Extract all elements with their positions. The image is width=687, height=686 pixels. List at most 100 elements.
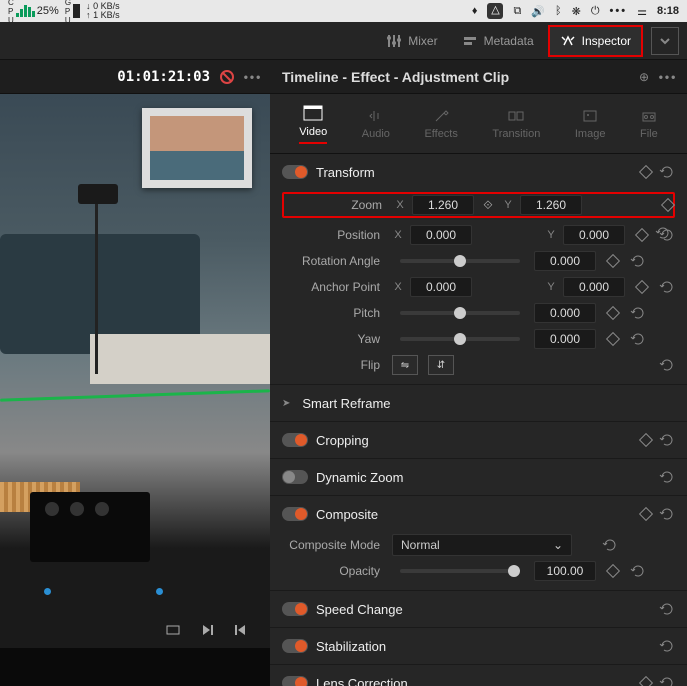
rot-keyframe[interactable] (606, 254, 620, 268)
tab-effects[interactable]: Effects (424, 108, 457, 140)
flip-reset[interactable] (659, 357, 675, 373)
tab-transition[interactable]: Transition (492, 108, 540, 140)
yaw-reset[interactable] (630, 331, 646, 347)
rot-reset[interactable] (630, 253, 646, 269)
pos-y-input[interactable] (563, 225, 625, 245)
transform-toggle[interactable] (282, 165, 308, 179)
transport-controls (0, 612, 270, 648)
fan-icon[interactable]: ❋ (572, 5, 581, 18)
next-frame-icon[interactable] (198, 621, 216, 639)
opacity-input[interactable] (534, 561, 596, 581)
zoom-label: Zoom (284, 198, 388, 212)
section-lens-correction[interactable]: Lens Correction (270, 665, 687, 686)
pos-keyframe[interactable] (635, 228, 649, 242)
inspector-tabs: Video Audio Effects Transition Image Fil… (270, 94, 687, 154)
pitch-keyframe[interactable] (606, 306, 620, 320)
speed-reset[interactable] (659, 601, 675, 617)
stab-toggle[interactable] (282, 639, 308, 653)
opacity-slider[interactable] (400, 569, 520, 573)
section-stabilization[interactable]: Stabilization (270, 628, 687, 665)
link-icon[interactable]: ⟐ (480, 198, 496, 213)
composite-keyframe[interactable] (639, 507, 653, 521)
bypass-icon[interactable] (218, 68, 236, 86)
section-cropping[interactable]: Cropping (270, 422, 687, 459)
chevron-down-icon (657, 33, 673, 49)
header-row: 01:01:21:03 ••• Timeline - Effect - Adju… (0, 60, 687, 94)
flip-v-button[interactable]: ⇵ (428, 355, 454, 375)
pin-icon[interactable]: ⊕ (635, 68, 653, 86)
section-dynamic-zoom[interactable]: Dynamic Zoom (270, 459, 687, 496)
composite-mode-row: Composite Mode Normal ⌄ (270, 532, 687, 558)
zoom-row: Zoom X ⟐ Y (282, 192, 675, 218)
panel-dropdown[interactable] (651, 27, 679, 55)
opacity-reset[interactable] (630, 563, 646, 579)
mixer-tab[interactable]: Mixer (376, 27, 447, 55)
pitch-reset[interactable] (630, 305, 646, 321)
video-preview[interactable] (0, 94, 270, 572)
section-smart-reframe[interactable]: ➤ Smart Reframe (270, 385, 687, 422)
mini-timeline[interactable] (0, 572, 270, 612)
lens-keyframe[interactable] (639, 676, 653, 686)
power-icon[interactable]: ⏻ (591, 5, 600, 18)
pos-x-input[interactable] (410, 225, 472, 245)
transform-reset[interactable] (659, 164, 675, 180)
rotation-slider[interactable] (400, 259, 520, 263)
yaw-keyframe[interactable] (606, 332, 620, 346)
cpu-gauge: CPU 25% (8, 0, 59, 25)
cropping-toggle[interactable] (282, 433, 308, 447)
opacity-keyframe[interactable] (606, 564, 620, 578)
anchor-reset[interactable] (659, 279, 675, 295)
yaw-input[interactable] (534, 329, 596, 349)
timecode[interactable]: 01:01:21:03 (117, 69, 210, 85)
rotation-input[interactable] (534, 251, 596, 271)
loop-icon[interactable] (164, 621, 182, 639)
anchor-y-input[interactable] (563, 277, 625, 297)
position-row: Position X Y (270, 222, 687, 248)
dynamic-zoom-toggle[interactable] (282, 470, 308, 484)
zoom-y-input[interactable] (520, 195, 582, 215)
bluetooth-icon[interactable]: ᛒ (555, 5, 562, 17)
section-speed-change[interactable]: Speed Change (270, 591, 687, 628)
pitch-slider[interactable] (400, 311, 520, 315)
volume-icon[interactable]: 🔊 (531, 5, 545, 18)
tab-image[interactable]: Image (575, 108, 606, 140)
inspector-panel: Video Audio Effects Transition Image Fil… (270, 94, 687, 686)
tab-video[interactable]: Video (299, 104, 327, 144)
anchor-x-input[interactable] (410, 277, 472, 297)
triangle-icon[interactable]: △ (487, 3, 503, 19)
viewer-options[interactable]: ••• (244, 68, 262, 86)
flame-icon[interactable]: ♦ (472, 5, 478, 17)
stab-reset[interactable] (659, 638, 675, 654)
effects-icon (433, 108, 449, 124)
mode-reset[interactable] (602, 537, 618, 553)
more-icon[interactable]: ••• (610, 5, 628, 17)
cropping-reset[interactable] (659, 432, 675, 448)
zoom-reset[interactable] (655, 225, 671, 241)
clock[interactable]: 8:18 (657, 5, 679, 17)
composite-mode-dropdown[interactable]: Normal ⌄ (392, 534, 572, 556)
control-center-icon[interactable]: ⚌ (637, 5, 647, 18)
anchor-row: Anchor Point X Y (270, 274, 687, 300)
composite-toggle[interactable] (282, 507, 308, 521)
lens-reset[interactable] (659, 675, 675, 686)
lens-toggle[interactable] (282, 676, 308, 686)
dz-reset[interactable] (659, 469, 675, 485)
flip-h-button[interactable]: ⇋ (392, 355, 418, 375)
inspector-tab[interactable]: Inspector (548, 25, 643, 57)
yaw-slider[interactable] (400, 337, 520, 341)
prev-frame-icon[interactable] (232, 621, 250, 639)
tab-file[interactable]: File (640, 108, 658, 140)
inspector-options[interactable]: ••• (659, 68, 677, 86)
metadata-tab[interactable]: Metadata (452, 27, 544, 55)
tab-audio[interactable]: Audio (362, 108, 390, 140)
pitch-input[interactable] (534, 303, 596, 323)
chevron-down-icon: ⌄ (553, 538, 563, 552)
cropping-keyframe[interactable] (639, 433, 653, 447)
zoom-x-input[interactable] (412, 195, 474, 215)
anchor-keyframe[interactable] (635, 280, 649, 294)
transform-keyframe[interactable] (639, 165, 653, 179)
dropbox-icon[interactable]: ⧉ (513, 5, 521, 18)
composite-reset[interactable] (659, 506, 675, 522)
speed-toggle[interactable] (282, 602, 308, 616)
zoom-keyframe[interactable] (661, 198, 675, 212)
